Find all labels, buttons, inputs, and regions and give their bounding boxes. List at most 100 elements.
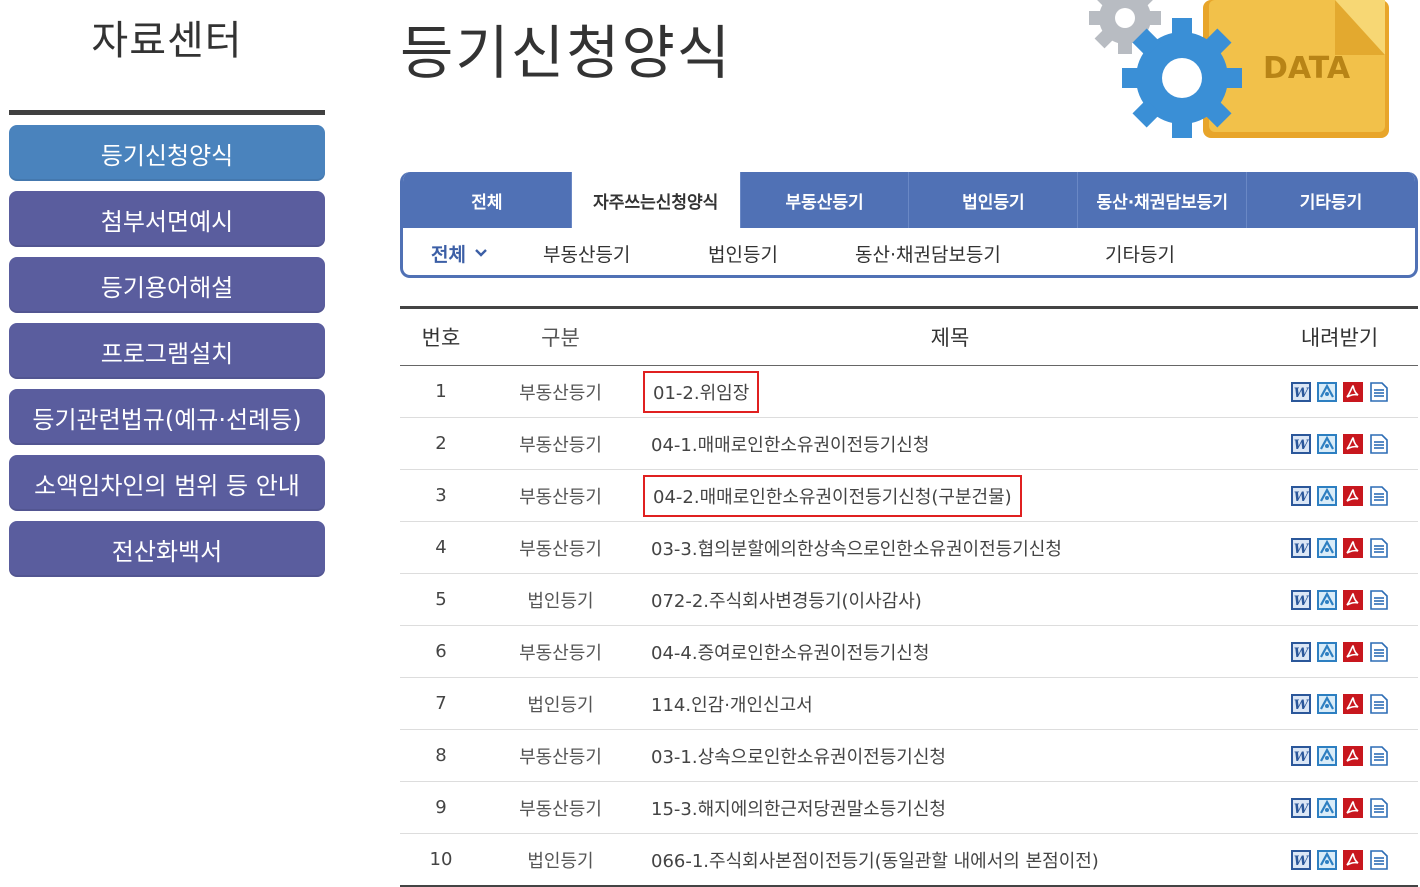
text-file-icon[interactable] (1369, 485, 1389, 506)
subtab-all[interactable]: 전체 (431, 228, 488, 275)
hwp-icon[interactable] (1316, 693, 1337, 714)
word-icon[interactable]: W (1290, 381, 1311, 402)
sidebar-item-glossary[interactable]: 등기용어해설 (9, 257, 325, 313)
row-title-cell: 04-4.증여로인한소유권이전등기신청 (639, 625, 1261, 678)
svg-text:W: W (1293, 646, 1309, 661)
table-row: 1 부동산등기 01-2.위임장 W (400, 365, 1418, 418)
text-file-icon[interactable] (1369, 589, 1389, 610)
row-title-cell: 01-2.위임장 (639, 365, 1261, 418)
subtab-all-label: 전체 (431, 243, 466, 266)
word-icon[interactable]: W (1290, 849, 1311, 870)
hwp-icon[interactable] (1316, 797, 1337, 818)
header-number: 번호 (400, 309, 482, 366)
row-title-link[interactable]: 04-2.매매로인한소유권이전등기신청(구분건물) (643, 474, 1022, 517)
row-title-cell: 114.인감·개인신고서 (639, 677, 1261, 730)
table-header-row: 번호 구분 제목 내려받기 (400, 309, 1418, 366)
text-file-icon[interactable] (1369, 381, 1389, 402)
row-number: 9 (400, 781, 482, 834)
table-row: 7 법인등기 114.인감·개인신고서 W (400, 677, 1418, 730)
svg-text:DATA: DATA (1263, 51, 1351, 86)
text-file-icon[interactable] (1369, 745, 1389, 766)
word-icon[interactable]: W (1290, 797, 1311, 818)
word-icon[interactable]: W (1290, 537, 1311, 558)
hwp-icon[interactable] (1316, 485, 1337, 506)
pdf-icon[interactable] (1342, 589, 1363, 610)
hwp-icon[interactable] (1316, 433, 1337, 454)
tab-all[interactable]: 전체 (403, 172, 572, 228)
subtab-corporate[interactable]: 법인등기 (708, 228, 778, 275)
pdf-icon[interactable] (1342, 433, 1363, 454)
word-icon[interactable]: W (1290, 485, 1311, 506)
pdf-icon[interactable] (1342, 797, 1363, 818)
pdf-icon[interactable] (1342, 849, 1363, 870)
row-title-link[interactable]: 03-3.협의분할에의한상속으로인한소유권이전등기신청 (643, 529, 1070, 567)
row-number: 7 (400, 677, 482, 730)
svg-text:W: W (1293, 490, 1309, 505)
row-number: 3 (400, 469, 482, 522)
tab-other[interactable]: 기타등기 (1247, 172, 1415, 228)
row-title-link[interactable]: 114.인감·개인신고서 (643, 685, 821, 723)
table-row: 6 부동산등기 04-4.증여로인한소유권이전등기신청 W (400, 625, 1418, 678)
pdf-icon[interactable] (1342, 381, 1363, 402)
row-title-link[interactable]: 066-1.주식회사본점이전등기(동일관할 내에서의 본점이전) (643, 841, 1107, 879)
row-title-link[interactable]: 15-3.해지에의한근저당권말소등기신청 (643, 789, 954, 827)
svg-text:W: W (1293, 386, 1309, 401)
row-title-cell: 04-1.매매로인한소유권이전등기신청 (639, 417, 1261, 470)
text-file-icon[interactable] (1369, 641, 1389, 662)
text-file-icon[interactable] (1369, 537, 1389, 558)
row-title-link[interactable]: 04-1.매매로인한소유권이전등기신청 (643, 425, 937, 463)
tab-movable-collateral[interactable]: 동산·채권담보등기 (1078, 172, 1248, 228)
pdf-icon[interactable] (1342, 537, 1363, 558)
row-title-link[interactable]: 072-2.주식회사변경등기(이사감사) (643, 581, 930, 619)
row-downloads: W (1261, 365, 1418, 418)
hwp-icon[interactable] (1316, 537, 1337, 558)
row-title-link[interactable]: 04-4.증여로인한소유권이전등기신청 (643, 633, 937, 671)
tab-real-estate[interactable]: 부동산등기 (741, 172, 910, 228)
header-download: 내려받기 (1261, 309, 1418, 366)
hwp-icon[interactable] (1316, 849, 1337, 870)
large-gear-icon (1122, 18, 1242, 138)
hwp-icon[interactable] (1316, 589, 1337, 610)
hwp-icon[interactable] (1316, 745, 1337, 766)
category-tabs: 전체 자주쓰는신청양식 부동산등기 법인등기 동산·채권담보등기 기타등기 전체… (400, 172, 1418, 278)
row-number: 4 (400, 521, 482, 574)
tab-corporate[interactable]: 법인등기 (909, 172, 1079, 228)
text-file-icon[interactable] (1369, 433, 1389, 454)
row-category: 부동산등기 (482, 365, 639, 418)
hwp-icon[interactable] (1316, 381, 1337, 402)
chevron-down-icon (475, 249, 487, 257)
pdf-icon[interactable] (1342, 745, 1363, 766)
subtab-real-estate[interactable]: 부동산등기 (543, 228, 630, 275)
row-category: 법인등기 (482, 573, 639, 626)
table-row: 8 부동산등기 03-1.상속으로인한소유권이전등기신청 W (400, 729, 1418, 782)
row-category: 법인등기 (482, 677, 639, 730)
hwp-icon[interactable] (1316, 641, 1337, 662)
word-icon[interactable]: W (1290, 693, 1311, 714)
tab-frequent-forms[interactable]: 자주쓰는신청양식 (571, 172, 741, 228)
svg-text:W: W (1293, 594, 1309, 609)
sidebar-item-tenant-guide[interactable]: 소액임차인의 범위 등 안내 (9, 455, 325, 511)
subtab-movable-collateral[interactable]: 동산·채권담보등기 (855, 228, 1001, 275)
row-number: 8 (400, 729, 482, 782)
sidebar-item-registration-forms[interactable]: 등기신청양식 (9, 125, 325, 181)
text-file-icon[interactable] (1369, 849, 1389, 870)
text-file-icon[interactable] (1369, 693, 1389, 714)
sidebar-item-whitepaper[interactable]: 전산화백서 (9, 521, 325, 577)
row-title-link[interactable]: 01-2.위임장 (643, 370, 760, 413)
row-title-link[interactable]: 03-1.상속으로인한소유권이전등기신청 (643, 737, 954, 775)
sidebar-item-regulations[interactable]: 등기관련법규(예규·선례등) (9, 389, 325, 445)
text-file-icon[interactable] (1369, 797, 1389, 818)
word-icon[interactable]: W (1290, 589, 1311, 610)
word-icon[interactable]: W (1290, 641, 1311, 662)
row-downloads: W (1261, 625, 1418, 678)
sidebar-item-attachment-examples[interactable]: 첨부서면예시 (9, 191, 325, 247)
pdf-icon[interactable] (1342, 641, 1363, 662)
sidebar-item-program-install[interactable]: 프로그램설치 (9, 323, 325, 379)
row-downloads: W (1261, 729, 1418, 782)
page-title: 등기신청양식 (400, 19, 733, 87)
word-icon[interactable]: W (1290, 433, 1311, 454)
word-icon[interactable]: W (1290, 745, 1311, 766)
pdf-icon[interactable] (1342, 485, 1363, 506)
subtab-other[interactable]: 기타등기 (1105, 228, 1175, 275)
pdf-icon[interactable] (1342, 693, 1363, 714)
